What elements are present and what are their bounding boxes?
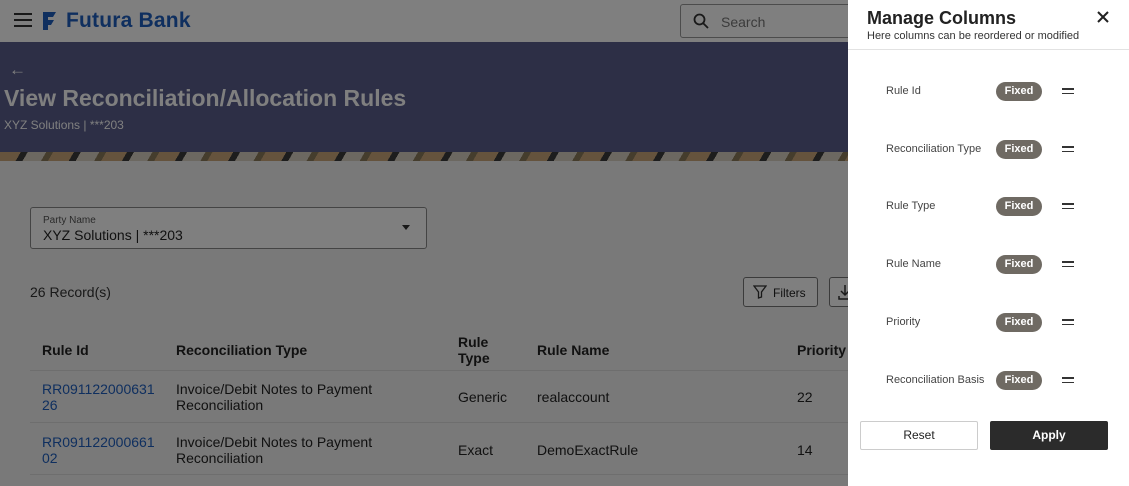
fixed-badge: Fixed <box>996 255 1042 274</box>
column-row-rule-type[interactable]: Rule Type Fixed <box>848 195 1129 219</box>
column-name: Rule Name <box>886 258 942 270</box>
drag-handle-icon[interactable] <box>1062 203 1074 209</box>
column-name: Reconciliation Basis <box>886 374 985 386</box>
close-icon[interactable] <box>1096 10 1110 24</box>
column-row-rule-name[interactable]: Rule Name Fixed <box>848 253 1129 277</box>
apply-button[interactable]: Apply <box>990 421 1108 450</box>
column-name: Priority <box>886 316 921 328</box>
drag-handle-icon[interactable] <box>1062 261 1074 267</box>
column-name: Rule Id <box>886 85 921 97</box>
fixed-badge: Fixed <box>996 140 1042 159</box>
reset-button[interactable]: Reset <box>860 421 978 450</box>
column-row-reconciliation-type[interactable]: Reconciliation Type Fixed <box>848 138 1129 162</box>
fixed-badge: Fixed <box>996 371 1042 390</box>
drag-handle-icon[interactable] <box>1062 319 1074 325</box>
column-row-priority[interactable]: Priority Fixed <box>848 311 1129 335</box>
fixed-badge: Fixed <box>996 197 1042 216</box>
column-name: Reconciliation Type <box>886 143 982 155</box>
fixed-badge: Fixed <box>996 313 1042 332</box>
column-row-rule-id[interactable]: Rule Id Fixed <box>848 80 1129 104</box>
column-name: Rule Type <box>886 200 936 212</box>
drag-handle-icon[interactable] <box>1062 377 1074 383</box>
panel-divider <box>848 49 1129 50</box>
panel-subtitle: Here columns can be reordered or modifie… <box>867 30 1080 42</box>
modal-backdrop[interactable] <box>0 0 848 486</box>
column-row-reconciliation-basis[interactable]: Reconciliation Basis Fixed <box>848 369 1129 393</box>
manage-columns-panel: Manage Columns Here columns can be reord… <box>848 0 1129 486</box>
drag-handle-icon[interactable] <box>1062 146 1074 152</box>
panel-title: Manage Columns <box>867 8 1017 28</box>
drag-handle-icon[interactable] <box>1062 88 1074 94</box>
fixed-badge: Fixed <box>996 82 1042 101</box>
